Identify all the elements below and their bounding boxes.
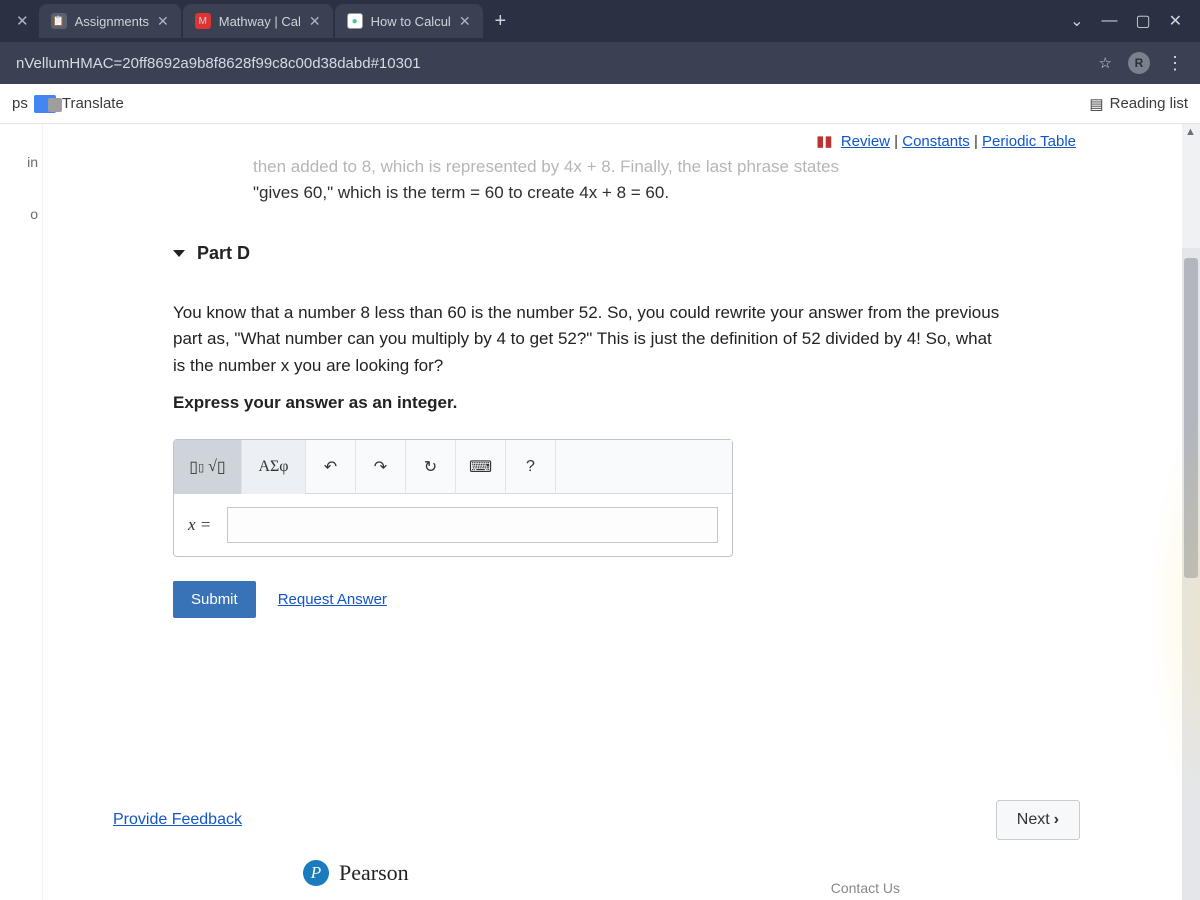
profile-badge[interactable]: R [1128, 52, 1150, 74]
tab-title: Assignments [75, 14, 149, 29]
review-link[interactable]: Review [841, 133, 890, 150]
tab-calculator[interactable]: ● How to Calcul ✕ [335, 4, 483, 38]
previous-explanation: then added to 8, which is represented by… [253, 154, 1080, 205]
url-text: nVellumHMAC=20ff8692a9b8f8628f99c8c00d38… [16, 55, 1099, 72]
template-button[interactable]: ▯▯√▯ [174, 440, 242, 494]
left-nav: in o [0, 124, 42, 900]
equation-text: "gives 60," which is the term = 60 to cr… [253, 180, 1080, 206]
chevron-down-icon[interactable]: ⌄ [1070, 11, 1083, 31]
minimize-icon[interactable]: — [1101, 12, 1117, 30]
keyboard-button[interactable]: ⌨ [456, 440, 506, 494]
answer-input[interactable] [227, 507, 718, 543]
close-icon[interactable]: ✕ [8, 12, 37, 30]
answer-instruction: Express your answer as an integer. [173, 393, 1180, 413]
tab-favicon: ● [347, 13, 363, 29]
tab-title: Mathway | Cal [219, 14, 301, 29]
chevron-right-icon: › [1054, 811, 1059, 828]
address-bar[interactable]: nVellumHMAC=20ff8692a9b8f8628f99c8c00d38… [0, 42, 1200, 84]
greek-letters-button[interactable]: ΑΣφ [242, 440, 306, 494]
tab-mathway[interactable]: M Mathway | Cal ✕ [183, 4, 333, 38]
tab-favicon: 📋 [51, 13, 67, 29]
top-links: ▮▮ Review | Constants | Periodic Table [113, 128, 1180, 154]
flag-icon: ▮▮ [816, 133, 833, 150]
page-content: in o ▮▮ Review | Constants | Periodic Ta… [0, 124, 1200, 900]
equation-toolbar: ▯▯√▯ ΑΣφ ↶ ↷ ↻ ⌨ ? [174, 440, 732, 494]
menu-icon[interactable]: ⋮ [1166, 53, 1184, 74]
close-icon[interactable]: ✕ [309, 13, 321, 30]
tab-title: How to Calcul [371, 14, 451, 29]
translate-icon [34, 95, 56, 113]
tab-favicon: M [195, 13, 211, 29]
problem-statement: You know that a number 8 less than 60 is… [173, 300, 1003, 379]
reading-list-button[interactable]: ▤ Reading list [1089, 95, 1188, 113]
periodic-table-link[interactable]: Periodic Table [982, 133, 1076, 150]
window-controls: ⌄ — ▢ ✕ [1070, 11, 1192, 31]
close-icon[interactable]: ✕ [157, 13, 169, 30]
reset-button[interactable]: ↻ [406, 440, 456, 494]
pearson-label: Pearson [339, 860, 409, 886]
tab-assignments[interactable]: 📋 Assignments ✕ [39, 4, 181, 38]
translate-bookmark[interactable]: Translate [62, 95, 124, 112]
provide-feedback-link[interactable]: Provide Feedback [113, 811, 242, 829]
submit-button[interactable]: Submit [173, 581, 256, 618]
star-icon[interactable]: ☆ [1099, 54, 1112, 72]
help-button[interactable]: ? [506, 440, 556, 494]
assignment-frame: ▮▮ Review | Constants | Periodic Table t… [42, 124, 1200, 900]
reading-list-label: Reading list [1110, 95, 1188, 112]
part-section: Part D You know that a number 8 less tha… [173, 243, 1180, 618]
new-tab-button[interactable]: + [485, 10, 517, 33]
redo-button[interactable]: ↷ [356, 440, 406, 494]
contact-us-link[interactable]: Contact Us [831, 880, 900, 896]
nav-item[interactable]: o [30, 206, 38, 222]
answer-box: ▯▯√▯ ΑΣφ ↶ ↷ ↻ ⌨ ? x = [173, 439, 733, 557]
nav-item[interactable]: in [27, 154, 38, 170]
request-answer-link[interactable]: Request Answer [278, 591, 387, 608]
list-icon: ▤ [1089, 95, 1103, 113]
caret-down-icon [173, 250, 185, 257]
pearson-brand: P Pearson [303, 860, 409, 886]
scrollbar-thumb[interactable] [1184, 258, 1198, 578]
part-header[interactable]: Part D [173, 243, 1180, 264]
sqrt-icon: √ [208, 458, 217, 476]
scroll-up-icon[interactable]: ▲ [1185, 126, 1196, 138]
bookmark-prefix: ps [12, 95, 28, 112]
next-label: Next [1017, 811, 1050, 828]
answer-prefix: x = [188, 515, 211, 535]
maximize-icon[interactable]: ▢ [1135, 11, 1150, 31]
pearson-logo-icon: P [303, 860, 329, 886]
part-label: Part D [197, 243, 250, 264]
bookmarks-bar: ps Translate ▤ Reading list [0, 84, 1200, 124]
close-window-icon[interactable]: ✕ [1169, 11, 1182, 31]
faded-text: then added to 8, which is represented by… [253, 154, 1080, 180]
outer-scrollbar[interactable] [1182, 248, 1200, 900]
close-icon[interactable]: ✕ [459, 13, 471, 30]
constants-link[interactable]: Constants [902, 133, 970, 150]
browser-tab-strip: ✕ 📋 Assignments ✕ M Mathway | Cal ✕ ● Ho… [0, 0, 1200, 42]
undo-button[interactable]: ↶ [306, 440, 356, 494]
bottom-actions: Provide Feedback Next› [113, 800, 1080, 840]
next-button[interactable]: Next› [996, 800, 1080, 840]
